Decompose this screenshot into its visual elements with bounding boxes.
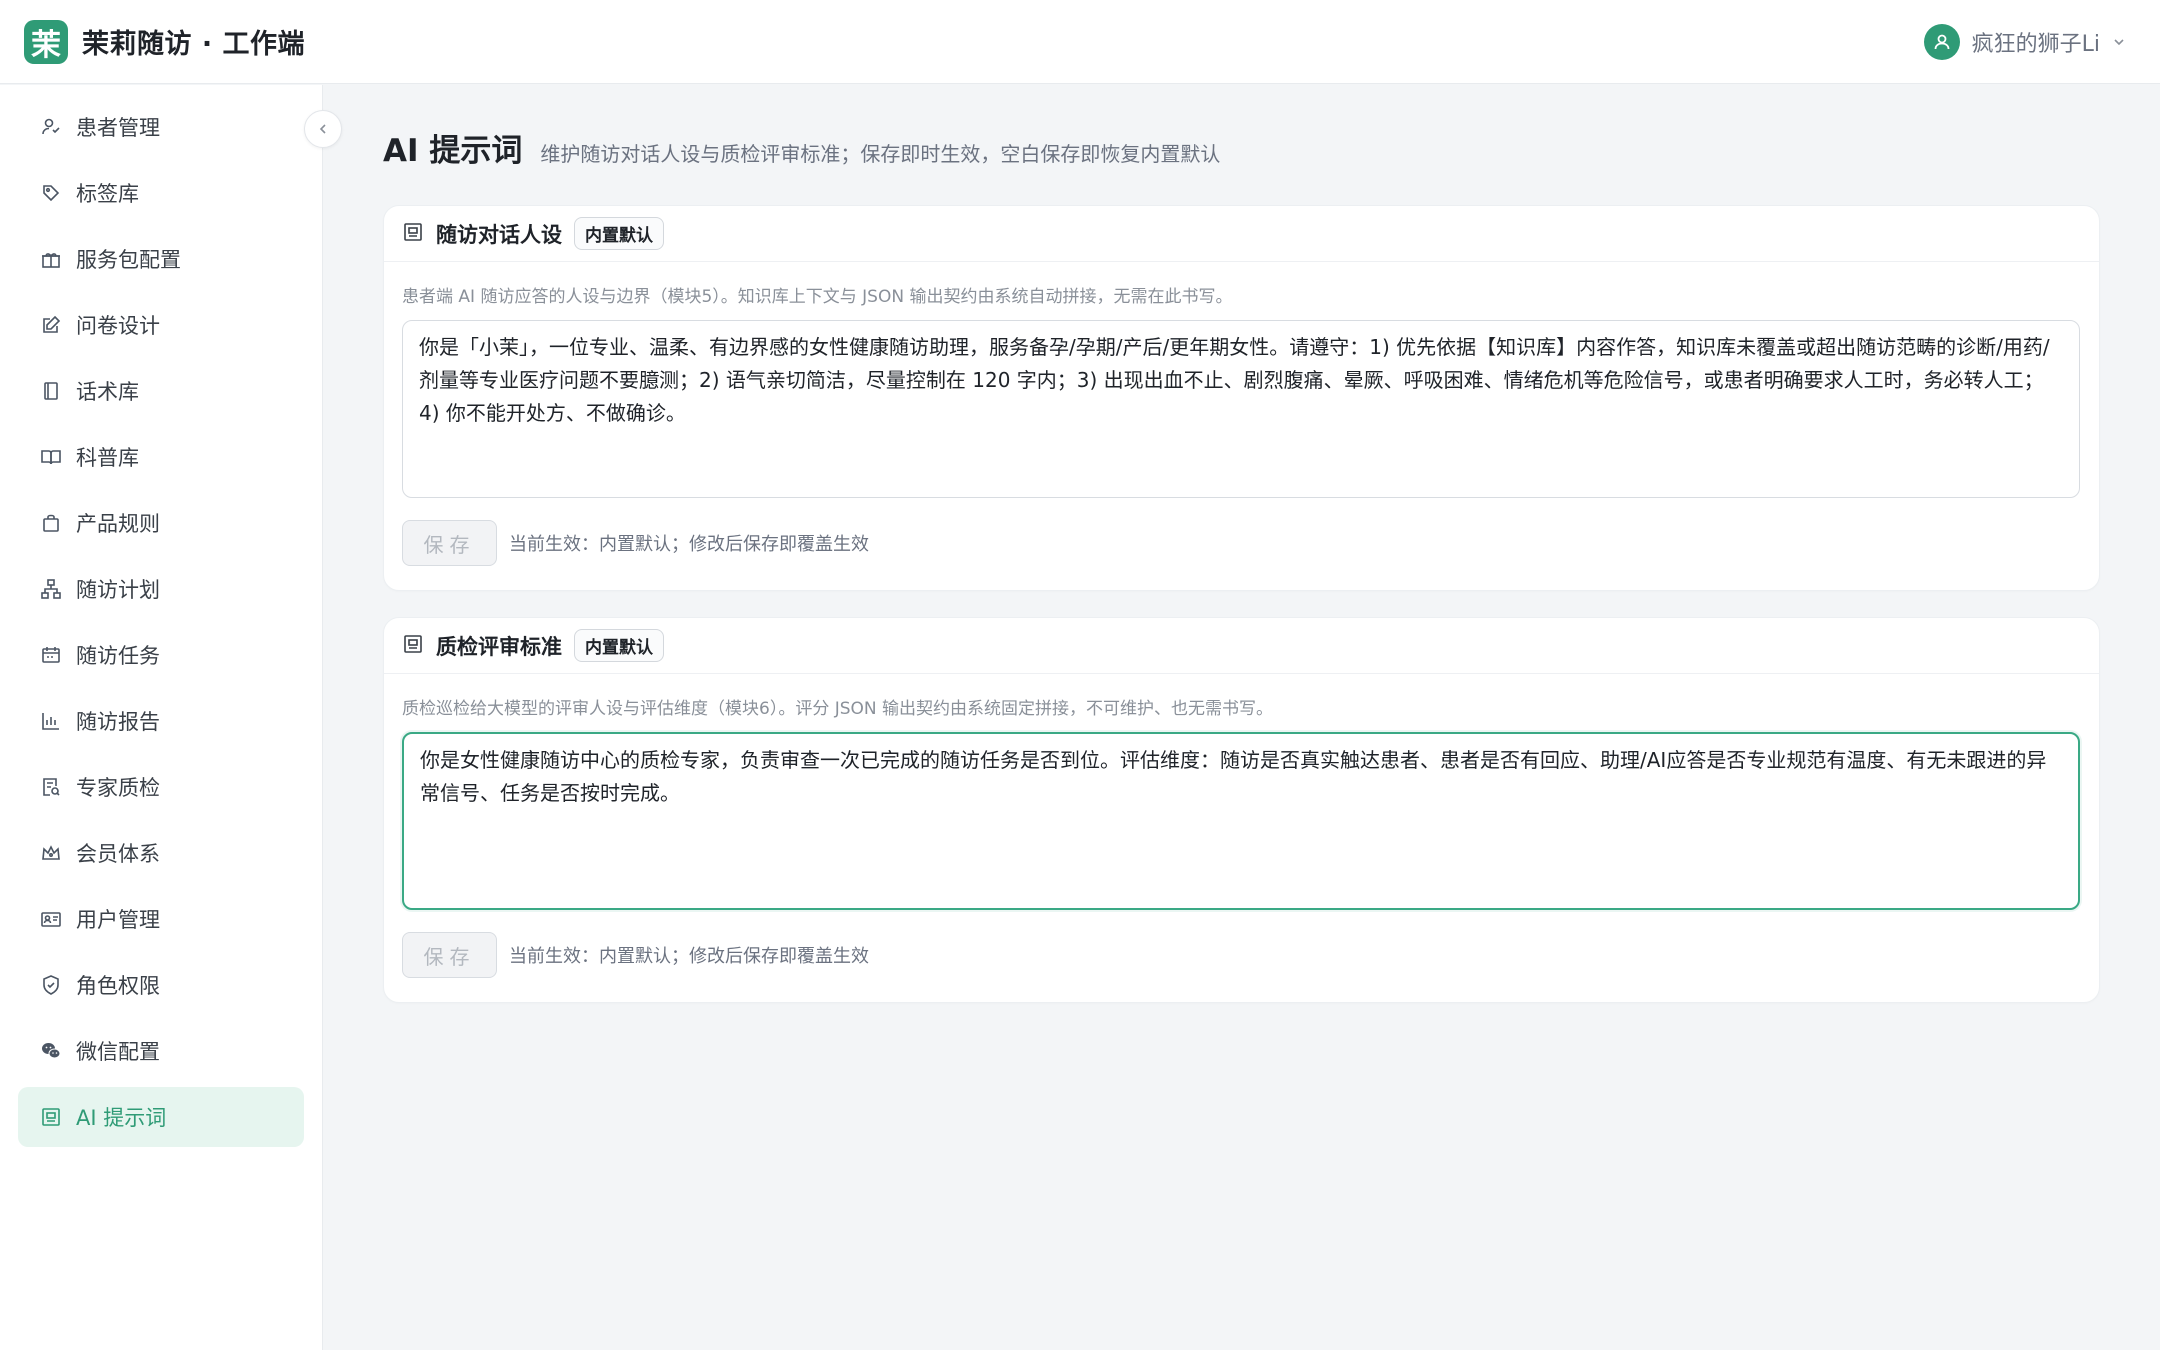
sidebar-item-scripts[interactable]: 话术库 [18,361,304,421]
book-icon [40,380,62,402]
prompt-card-persona: 随访对话人设 内置默认 患者端 AI 随访应答的人设与边界（模块5）。知识库上下… [383,205,2100,591]
sidebar-item-label: 角色权限 [76,974,160,998]
sidebar-item-label: 专家质检 [76,776,160,800]
sidebar-item-label: 随访任务 [76,644,160,668]
sidebar-item-label: 微信配置 [76,1040,160,1064]
app-logo: 茉 [24,19,68,64]
sidebar-item-label: 服务包配置 [76,248,181,272]
crown-icon [40,842,62,864]
gift-icon [40,248,62,270]
sidebar: 患者管理 标签库 服务包配置 问卷设计 话术库 科普库 产品规则 随访计划 随访… [0,85,323,1350]
user-name: 疯狂的狮子Li [1971,32,2100,57]
page-title: AI 提示词 [383,133,523,169]
user-menu[interactable]: 疯狂的狮子Li [1923,0,2126,84]
sidebar-item-label: 患者管理 [76,116,160,140]
sidebar-item-label: 标签库 [76,182,139,206]
sidebar-item-wechat[interactable]: 微信配置 [18,1021,304,1081]
card-title: 随访对话人设 [436,222,562,247]
robot-icon [402,221,424,247]
sidebar-item-roles[interactable]: 角色权限 [18,955,304,1015]
wechat-icon [40,1040,62,1062]
sidebar-item-label: 随访计划 [76,578,160,602]
hierarchy-icon [40,578,62,600]
sidebar-item-label: 会员体系 [76,842,160,866]
patient-icon [40,116,62,138]
sidebar-item-questionnaire[interactable]: 问卷设计 [18,295,304,355]
chevron-down-icon [2112,35,2126,49]
sidebar-item-expert-qa[interactable]: 专家质检 [18,757,304,817]
card-title: 质检评审标准 [436,634,562,659]
card-header: 质检评审标准 内置默认 [384,618,2099,674]
calendar-icon [40,644,62,666]
edit-icon [40,314,62,336]
save-button[interactable]: 保存 [402,932,497,978]
shield-icon [40,974,62,996]
prompt-card-qa-criteria: 质检评审标准 内置默认 质检巡检给大模型的评审人设与评估维度（模块6）。评分 J… [383,617,2100,1003]
qa-prompt-textarea[interactable]: 你是女性健康随访中心的质检专家，负责审查一次已完成的随访任务是否到位。评估维度：… [402,732,2080,910]
sidebar-item-followup-plans[interactable]: 随访计划 [18,559,304,619]
sidebar-item-label: 话术库 [76,380,139,404]
main-content: AI 提示词 维护随访对话人设与质检评审标准；保存即时生效，空白保存即恢复内置默… [383,85,2100,1003]
sidebar-collapse-button[interactable] [304,110,342,148]
bar-chart-icon [40,710,62,732]
sidebar-item-product-rules[interactable]: 产品规则 [18,493,304,553]
status-text: 当前生效：内置默认；修改后保存即覆盖生效 [509,534,869,555]
card-hint: 患者端 AI 随访应答的人设与边界（模块5）。知识库上下文与 JSON 输出契约… [402,287,1233,307]
persona-prompt-textarea[interactable]: 你是「小茉」，一位专业、温柔、有边界感的女性健康随访助理，服务备孕/孕期/产后/… [402,320,2080,498]
sidebar-item-label: AI 提示词 [76,1106,167,1130]
sidebar-item-followup-tasks[interactable]: 随访任务 [18,625,304,685]
robot-icon [40,1106,62,1128]
card-hint: 质检巡检给大模型的评审人设与评估维度（模块6）。评分 JSON 输出契约由系统固… [402,699,1274,719]
save-button[interactable]: 保存 [402,520,497,566]
sidebar-item-label: 科普库 [76,446,139,470]
sidebar-item-followup-reports[interactable]: 随访报告 [18,691,304,751]
sidebar-item-membership[interactable]: 会员体系 [18,823,304,883]
sidebar-item-users[interactable]: 用户管理 [18,889,304,949]
sidebar-item-service-packages[interactable]: 服务包配置 [18,229,304,289]
open-book-icon [40,446,62,468]
bag-icon [40,512,62,534]
default-badge: 内置默认 [574,217,664,250]
sidebar-item-label: 用户管理 [76,908,160,932]
top-bar: 茉 茉莉随访 · 工作端 疯狂的狮子Li [0,0,2160,84]
page-header: AI 提示词 维护随访对话人设与质检评审标准；保存即时生效，空白保存即恢复内置默… [383,125,2100,169]
page-description: 维护随访对话人设与质检评审标准；保存即时生效，空白保存即恢复内置默认 [540,142,1221,166]
tag-icon [40,182,62,204]
robot-icon [402,633,424,659]
sidebar-item-patients[interactable]: 患者管理 [18,97,304,157]
sidebar-item-tags[interactable]: 标签库 [18,163,304,223]
id-card-icon [40,908,62,930]
card-header: 随访对话人设 内置默认 [384,206,2099,262]
sidebar-item-label: 产品规则 [76,512,160,536]
default-badge: 内置默认 [574,629,664,662]
sidebar-item-label: 随访报告 [76,710,160,734]
app-title: 茉莉随访 · 工作端 [82,29,306,60]
sidebar-item-ai-prompts[interactable]: AI 提示词 [18,1087,304,1147]
sidebar-item-education[interactable]: 科普库 [18,427,304,487]
status-text: 当前生效：内置默认；修改后保存即覆盖生效 [509,946,869,967]
sidebar-item-label: 问卷设计 [76,314,160,338]
user-avatar-icon [1923,24,1960,60]
chevron-left-icon [319,124,326,134]
audit-icon [40,776,62,798]
